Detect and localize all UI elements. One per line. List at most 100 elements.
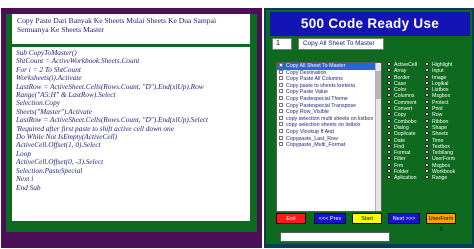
radio-label: Protect	[432, 99, 449, 106]
radio-icon[interactable]	[387, 156, 391, 161]
radio-icon[interactable]	[425, 87, 429, 92]
checkbox-icon[interactable]	[279, 135, 283, 140]
list-item-label: Copy Paste All Columns	[286, 76, 343, 83]
radio-icon[interactable]	[387, 124, 391, 129]
userform-button[interactable]: UserForm 2	[426, 213, 456, 233]
radio-label: Msgbox	[432, 93, 451, 100]
code-editor[interactable]: Sub CopyToMaster() ShtCount = ActiveWorkb…	[12, 47, 250, 221]
code-line: ShtCount = ActiveWorkbook.Sheets.Count	[16, 57, 140, 66]
checkbox-icon[interactable]	[279, 76, 283, 81]
radio-icon[interactable]	[387, 87, 391, 92]
radio-icon[interactable]	[425, 112, 429, 117]
start-button[interactable]: Start	[352, 213, 382, 224]
code-listbox[interactable]: Copy All Sheet To Master Copy Destination…	[276, 62, 382, 212]
radio-icon[interactable]	[425, 124, 429, 129]
list-item[interactable]: Copy Row_Visible	[277, 109, 375, 116]
radio-icon[interactable]	[425, 93, 429, 98]
radio-icon[interactable]	[425, 175, 429, 180]
radio-label: Sheets	[432, 131, 449, 138]
exit-button[interactable]: Exit	[276, 213, 306, 224]
list-item[interactable]: Copy Vlookup If And	[277, 128, 375, 136]
listbox-scroll-thumb[interactable]	[376, 71, 381, 99]
checkbox-icon[interactable]	[279, 102, 283, 107]
index-field[interactable]: 1	[272, 38, 292, 50]
code-line: Sheets("Master").Activate	[16, 107, 93, 116]
prev-button[interactable]: <<< Prev	[314, 213, 346, 224]
radio-icon[interactable]	[387, 131, 391, 136]
radio-icon[interactable]	[425, 68, 429, 73]
next-button[interactable]: Next >>>	[388, 213, 420, 224]
radio-icon[interactable]	[387, 80, 391, 85]
checkbox-icon[interactable]	[279, 142, 283, 147]
list-item-label: Copypaste_Multi_Format	[286, 142, 346, 149]
radio-icon[interactable]	[425, 99, 429, 104]
radio-icon[interactable]	[425, 156, 429, 161]
radio-icon[interactable]	[387, 106, 391, 111]
checkbox-icon[interactable]	[279, 69, 283, 74]
checkbox-icon[interactable]	[279, 122, 283, 127]
radio-icon[interactable]	[425, 162, 429, 167]
radio-label: Case	[394, 80, 407, 87]
radio-label: Find	[394, 143, 405, 150]
selected-item-field[interactable]: Copy All Sheet To Master	[298, 38, 384, 50]
radio-icon[interactable]	[387, 112, 391, 117]
checkbox-icon[interactable]	[279, 115, 283, 120]
radio-label: Input	[432, 68, 444, 75]
list-item[interactable]: Copy Pastespecial Transpose	[277, 102, 375, 110]
checkbox-icon[interactable]	[279, 95, 283, 100]
list-item[interactable]: Copy Pastespecial Theme	[277, 95, 375, 103]
radio-label: Date	[394, 137, 405, 144]
radio-icon[interactable]	[425, 169, 429, 174]
radio-icon[interactable]	[425, 143, 429, 148]
list-item[interactable]: Copy paste to sheets kreteria	[277, 82, 375, 90]
bottom-input-field[interactable]	[280, 232, 390, 242]
list-item[interactable]: Copy Paste All Columns	[277, 76, 375, 83]
radio-icon[interactable]	[387, 62, 391, 66]
radio-icon[interactable]	[387, 143, 391, 148]
listbox-scrollbar[interactable]	[375, 63, 381, 211]
radio-icon[interactable]	[387, 175, 391, 180]
radio-label: Columns	[394, 93, 415, 100]
code-line: ActiveCell.Offset(0, -3).Select	[16, 158, 104, 167]
page-title: 500 Code Ready Use	[270, 12, 470, 36]
radio-label: Frm	[394, 162, 404, 169]
list-item[interactable]: Copy Destination	[277, 69, 375, 77]
checkbox-icon[interactable]	[279, 89, 283, 94]
radio-icon[interactable]	[425, 131, 429, 136]
checkbox-icon[interactable]	[279, 63, 283, 67]
radio-icon[interactable]	[425, 74, 429, 79]
list-item[interactable]: Copypaste_Last_Row	[277, 135, 375, 143]
radio-icon[interactable]	[425, 106, 429, 111]
checkbox-icon[interactable]	[279, 128, 283, 133]
radio-icon[interactable]	[387, 150, 391, 155]
radio-icon[interactable]	[425, 62, 429, 66]
list-item[interactable]: Copypaste_Multi_Format	[277, 142, 375, 149]
radio-icon[interactable]	[387, 162, 391, 167]
radio-icon[interactable]	[387, 137, 391, 142]
radio-icon[interactable]	[387, 74, 391, 79]
radio-icon[interactable]	[425, 118, 429, 123]
radio-icon[interactable]	[425, 80, 429, 85]
list-item[interactable]: copy selection sheets on listbox	[277, 122, 375, 129]
code-line: LastRow = ActiveSheet.Cells(Rows.Count, …	[16, 82, 204, 91]
radio-icon[interactable]	[387, 169, 391, 174]
radio-label: Logikal	[432, 80, 449, 87]
app-window: Copy Paste Dari Banyak Ke Sheets Mulai S…	[0, 0, 474, 249]
radio-icon[interactable]	[387, 68, 391, 73]
checkbox-icon[interactable]	[279, 109, 283, 114]
category-radio-option[interactable]: Aplication	[387, 175, 417, 181]
checkbox-icon[interactable]	[279, 82, 283, 87]
radio-icon[interactable]	[387, 118, 391, 123]
radio-icon[interactable]	[425, 150, 429, 155]
list-item[interactable]: Copy All Sheet To Master	[277, 63, 375, 70]
radio-label: Aplication	[394, 175, 417, 182]
radio-label: Print	[432, 106, 443, 113]
radio-icon[interactable]	[387, 99, 391, 104]
radio-icon[interactable]	[387, 93, 391, 98]
category-radio-option[interactable]: Range	[425, 175, 455, 181]
category-options-col1: ActiveCell Array Border Case Color Columns Com…	[387, 62, 417, 182]
radio-icon[interactable]	[425, 137, 429, 142]
list-item[interactable]: Copy Paste Value	[277, 89, 375, 96]
list-item[interactable]: copy selection multi sheets on listbox	[277, 115, 375, 123]
radio-label: Shape	[432, 124, 448, 131]
